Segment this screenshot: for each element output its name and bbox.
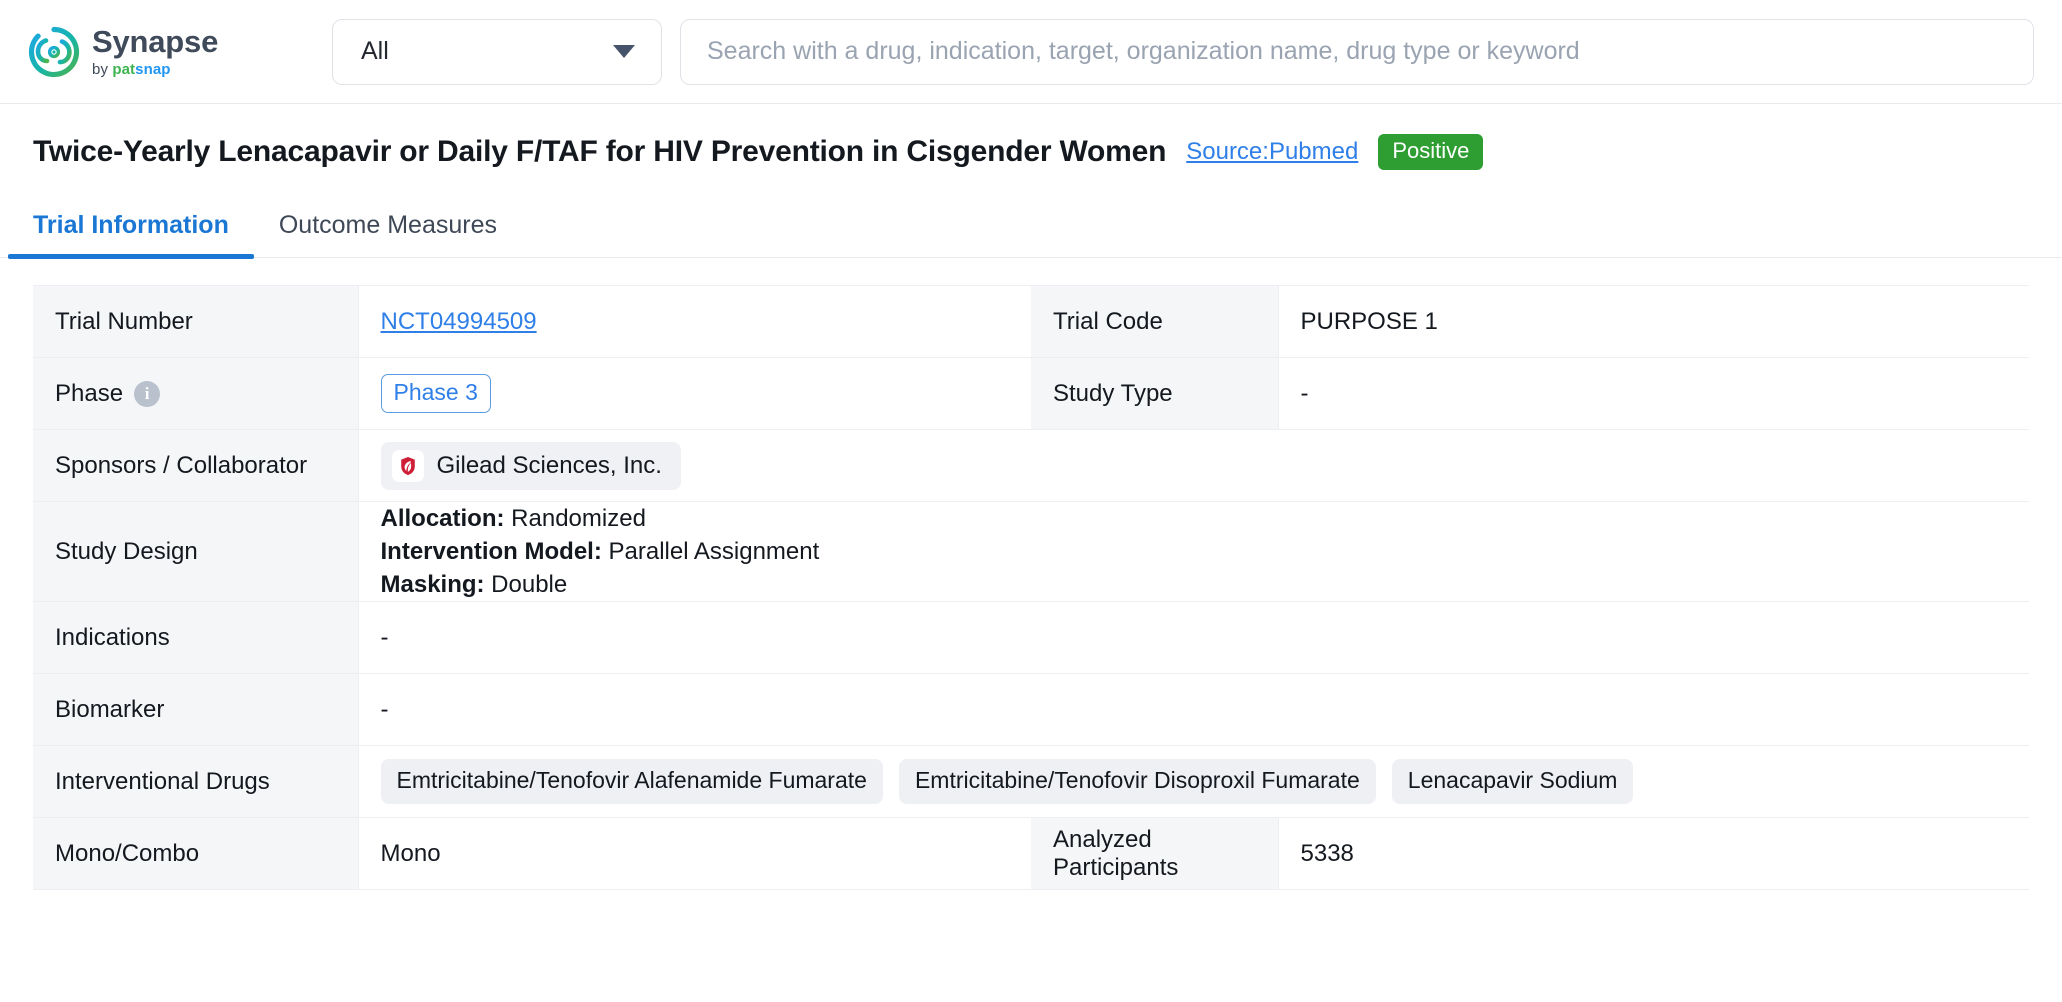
drug-tag[interactable]: Lenacapavir Sodium: [1391, 759, 1634, 805]
study-design-allocation-key: Allocation:: [380, 505, 505, 532]
brand-logo[interactable]: Synapse by patsnap: [28, 26, 318, 78]
sponsor-name: Gilead Sciences, Inc.: [436, 451, 662, 479]
drug-tag-list: Emtricitabine/Tenofovir Alafenamide Fuma…: [380, 759, 2008, 805]
row-value-trial-code: PURPOSE 1: [1278, 285, 2029, 358]
row-value-mono-combo: Mono: [358, 817, 1031, 891]
tab-trial-information[interactable]: Trial Information: [8, 211, 254, 259]
search-scope-value: All: [361, 37, 389, 65]
table-row: Mono/Combo Mono Analyzed Participants 53…: [33, 817, 2029, 891]
row-label-biomarker: Biomarker: [33, 673, 359, 747]
phase-label-text: Phase: [55, 379, 124, 407]
study-design-masking-key: Masking:: [380, 571, 485, 599]
brand-tagline-snap: snap: [135, 61, 171, 78]
top-navigation-bar: Synapse by patsnap All: [0, 0, 2062, 104]
row-label-trial-number: Trial Number: [33, 285, 359, 358]
table-row: Phase i Phase 3 Study Type -: [33, 357, 2029, 430]
chevron-down-icon: [613, 45, 635, 58]
drug-tag[interactable]: Emtricitabine/Tenofovir Alafenamide Fuma…: [380, 759, 883, 805]
row-value-biomarker: -: [358, 673, 2029, 747]
study-design-intervention-model: Intervention Model: Parallel Assignment: [381, 535, 2008, 568]
brand-tagline: by patsnap: [92, 62, 218, 77]
phase-chip[interactable]: Phase 3: [380, 373, 491, 414]
study-design-intervention-model-key: Intervention Model:: [380, 538, 602, 566]
tab-bar: Trial Information Outcome Measures: [0, 196, 2062, 259]
tab-outcome-measures[interactable]: Outcome Measures: [254, 211, 522, 257]
global-search-box[interactable]: [680, 18, 2034, 85]
row-label-study-type: Study Type: [1031, 357, 1279, 430]
title-row: Twice-Yearly Lenacapavir or Daily F/TAF …: [0, 104, 2062, 170]
row-label-trial-code: Trial Code: [1031, 285, 1279, 358]
table-row: Biomarker -: [33, 673, 2029, 747]
search-scope-dropdown[interactable]: All: [332, 18, 662, 85]
status-badge: Positive: [1378, 134, 1484, 170]
study-design-intervention-model-value: Parallel Assignment: [601, 538, 820, 566]
sponsor-chip-gilead[interactable]: Gilead Sciences, Inc.: [380, 441, 681, 490]
row-value-phase: Phase 3: [358, 357, 1031, 430]
row-value-interventional-drugs: Emtricitabine/Tenofovir Alafenamide Fuma…: [358, 745, 2029, 819]
study-design-masking: Masking: Double: [381, 568, 2008, 601]
row-value-sponsors: Gilead Sciences, Inc.: [358, 429, 2029, 502]
row-label-study-design: Study Design: [33, 501, 359, 603]
info-icon[interactable]: i: [134, 380, 161, 407]
table-row: Sponsors / Collaborator Gilead Sciences,…: [33, 429, 2029, 502]
study-design-masking-value: Double: [484, 571, 568, 599]
row-value-indications: -: [358, 601, 2029, 675]
row-label-phase: Phase i: [33, 357, 359, 430]
gilead-shield-icon: [391, 449, 424, 482]
trial-number-link[interactable]: NCT04994509: [381, 308, 537, 335]
table-row: Indications -: [33, 601, 2029, 675]
row-value-study-type: -: [1278, 357, 2029, 430]
brand-tagline-by: by: [92, 61, 113, 78]
drug-tag[interactable]: Emtricitabine/Tenofovir Disoproxil Fumar…: [898, 759, 1376, 805]
brand-name: Synapse: [92, 24, 219, 59]
page-title: Twice-Yearly Lenacapavir or Daily F/TAF …: [33, 135, 1167, 168]
row-value-study-design: Allocation: Randomized Intervention Mode…: [358, 501, 2029, 603]
row-label-indications: Indications: [33, 601, 359, 675]
search-input[interactable]: [705, 36, 2009, 67]
row-label-mono-combo: Mono/Combo: [33, 817, 359, 891]
source-link[interactable]: Source:Pubmed: [1186, 138, 1358, 166]
brand-tagline-pat: pat: [112, 61, 136, 78]
study-design-allocation: Allocation: Randomized: [381, 502, 2008, 535]
table-row: Trial Number NCT04994509 Trial Code PURP…: [33, 285, 2029, 358]
table-row: Interventional Drugs Emtricitabine/Tenof…: [33, 745, 2029, 819]
synapse-ring-logo-icon: [28, 26, 80, 78]
table-row: Study Design Allocation: Randomized Inte…: [33, 501, 2029, 603]
row-value-trial-number: NCT04994509: [358, 285, 1031, 358]
trial-information-table-wrap: Trial Number NCT04994509 Trial Code PURP…: [0, 258, 2062, 891]
row-label-analyzed-participants: Analyzed Participants: [1031, 817, 1279, 891]
study-design-allocation-value: Randomized: [504, 505, 646, 532]
trial-information-table: Trial Number NCT04994509 Trial Code PURP…: [33, 285, 2029, 891]
row-label-interventional-drugs: Interventional Drugs: [33, 745, 359, 819]
row-value-analyzed-participants: 5338: [1278, 817, 2029, 891]
row-label-sponsors: Sponsors / Collaborator: [33, 429, 359, 502]
